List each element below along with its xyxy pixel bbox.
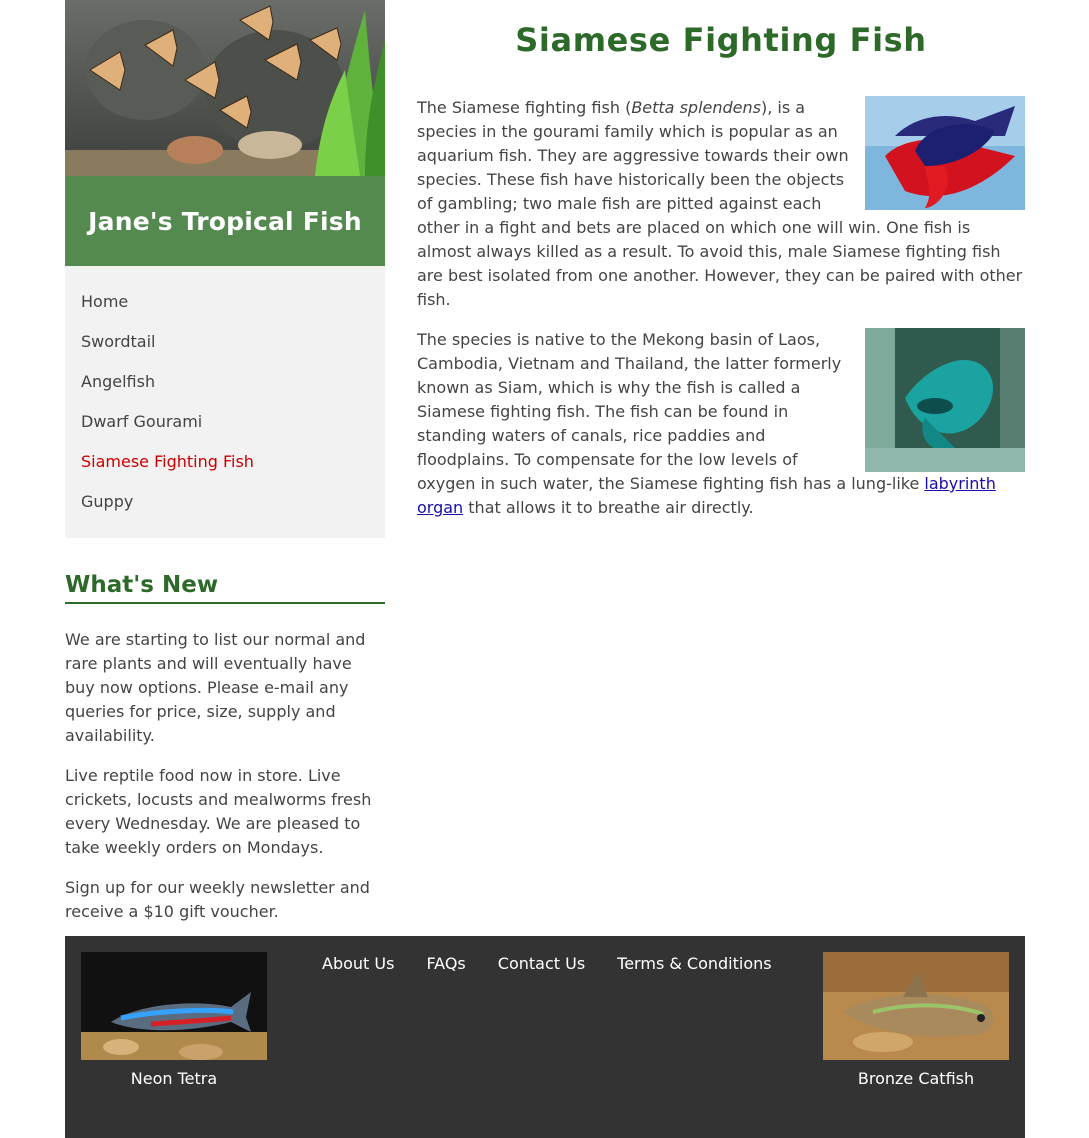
bronze-catfish-caption: Bronze Catfish <box>857 1069 975 1088</box>
sidebar: Jane's Tropical Fish Home Swordtail Ange… <box>65 0 385 924</box>
habitat-paragraph: The species is native to the Mekong basi… <box>417 328 1025 520</box>
intro-text-before: The Siamese fighting fish ( <box>417 98 632 117</box>
bronze-catfish-image <box>823 952 1009 1060</box>
nav-item-home[interactable]: Home <box>65 282 385 322</box>
footer-link-terms[interactable]: Terms & Conditions <box>617 954 771 974</box>
habitat-text-before: The species is native to the Mekong basi… <box>417 330 925 493</box>
intro-paragraph: The Siamese fighting fish (Betta splende… <box>417 96 1025 312</box>
footer-links: About Us FAQs Contact Us Terms & Conditi… <box>322 954 804 974</box>
whats-new-section: What's New We are starting to list our n… <box>65 572 385 924</box>
footer-link-about-us[interactable]: About Us <box>322 954 394 974</box>
scientific-name: Betta splendens <box>631 98 761 117</box>
site-title-banner: Jane's Tropical Fish <box>65 176 385 266</box>
footer-link-contact-us[interactable]: Contact Us <box>498 954 585 974</box>
site-title: Jane's Tropical Fish <box>88 206 362 236</box>
footer: Neon Tetra About Us FAQs Contact Us Term… <box>65 936 1025 1138</box>
red-betta-image <box>865 96 1025 210</box>
teal-betta-image <box>865 328 1025 472</box>
news-paragraph: We are starting to list our normal and r… <box>65 630 366 745</box>
nav-item-dwarf-gourami[interactable]: Dwarf Gourami <box>65 402 385 442</box>
nav-item-guppy[interactable]: Guppy <box>65 482 385 522</box>
nav-item-siamese-fighting-fish[interactable]: Siamese Fighting Fish <box>65 442 385 482</box>
main-content: Siamese Fighting Fish The Siamese fighti… <box>417 0 1025 520</box>
neon-tetra-caption: Neon Tetra <box>130 1069 218 1088</box>
footer-link-faqs[interactable]: FAQs <box>426 954 465 974</box>
habitat-text-after: that allows it to breathe air directly. <box>463 498 754 517</box>
neon-tetra-image <box>81 952 267 1060</box>
nav-item-angelfish[interactable]: Angelfish <box>65 362 385 402</box>
news-paragraph: Live reptile food now in store. Live cri… <box>65 766 372 857</box>
news-paragraph: Sign up for our weekly newsletter and re… <box>65 878 370 921</box>
whats-new-heading: What's New <box>65 572 385 604</box>
angelfish-aquarium-image <box>65 0 385 176</box>
main-nav: Home Swordtail Angelfish Dwarf Gourami S… <box>65 266 385 538</box>
bronze-catfish-card: Bronze Catfish <box>823 952 1009 1089</box>
neon-tetra-card: Neon Tetra <box>81 952 267 1089</box>
page-title: Siamese Fighting Fish <box>515 21 927 59</box>
nav-item-swordtail[interactable]: Swordtail <box>65 322 385 362</box>
